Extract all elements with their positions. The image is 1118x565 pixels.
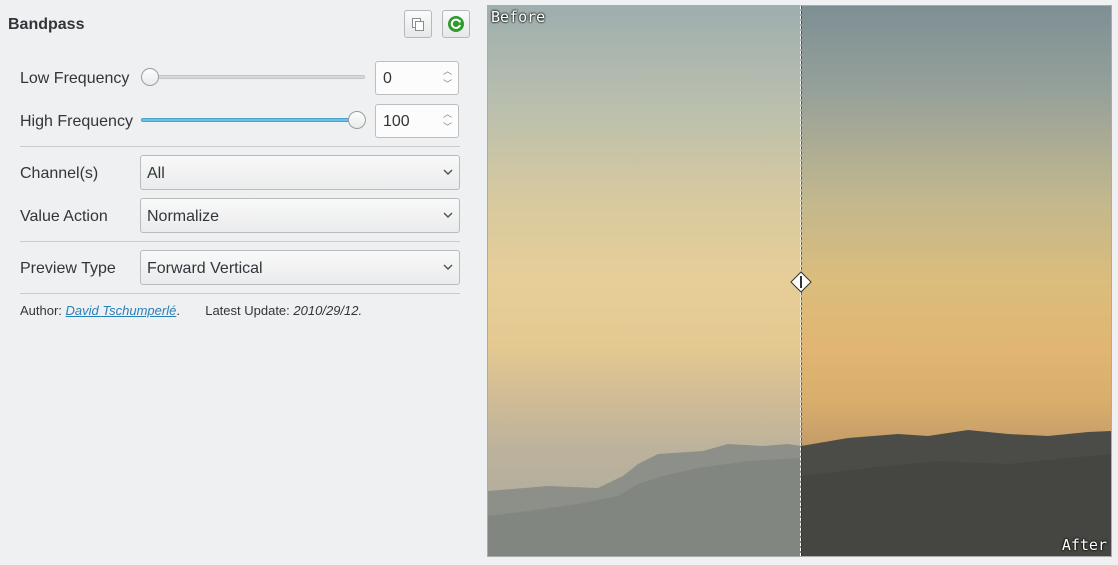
channels-dropdown[interactable]: All — [140, 155, 460, 190]
refresh-icon — [448, 16, 464, 32]
chevron-down-icon — [443, 169, 453, 175]
value-action-dropdown[interactable]: Normalize — [140, 198, 460, 233]
before-label: Before — [491, 8, 546, 26]
dropdown-value: Normalize — [147, 208, 220, 225]
slider-handle[interactable] — [348, 111, 366, 129]
spin-up-icon[interactable]: ︿ — [443, 110, 452, 119]
separator — [20, 146, 460, 147]
high-frequency-slider[interactable] — [141, 111, 366, 129]
preview-area[interactable]: Before After — [487, 5, 1112, 557]
update-label: Latest Update: — [205, 303, 290, 318]
after-label: After — [1061, 536, 1107, 554]
author-suffix: . — [176, 303, 180, 318]
spinbox-value: 100 — [383, 113, 410, 130]
channels-label: Channel(s) — [20, 165, 99, 182]
high-frequency-spinbox[interactable]: 100 ︿ ﹀ — [375, 104, 459, 138]
preview-type-label: Preview Type — [20, 260, 116, 277]
copy-button[interactable] — [404, 10, 432, 38]
spinbox-value: 0 — [383, 70, 392, 87]
update-value: 2010/29/12. — [293, 303, 363, 318]
spin-up-icon[interactable]: ︿ — [443, 67, 452, 76]
author-label: Author: — [20, 303, 62, 318]
filter-panel: Bandpass Low Frequency 0 ︿ ﹀ High Freque… — [0, 0, 480, 565]
author-link[interactable]: David Tschumperlé — [66, 303, 177, 318]
filter-info: Author: David Tschumperlé. Latest Update… — [20, 303, 362, 318]
slider-handle[interactable] — [141, 68, 159, 86]
low-frequency-spinbox[interactable]: 0 ︿ ﹀ — [375, 61, 459, 95]
preview-type-dropdown[interactable]: Forward Vertical — [140, 250, 460, 285]
separator — [20, 293, 460, 294]
high-frequency-label: High Frequency — [20, 113, 133, 130]
slider-groove — [141, 75, 365, 79]
filter-title: Bandpass — [8, 16, 85, 33]
split-handle-icon[interactable] — [790, 271, 812, 293]
spin-down-icon[interactable]: ﹀ — [443, 80, 452, 89]
chevron-down-icon — [443, 212, 453, 218]
separator — [20, 241, 460, 242]
slider-fill — [141, 118, 357, 122]
spin-down-icon[interactable]: ﹀ — [443, 123, 452, 132]
low-frequency-label: Low Frequency — [20, 70, 130, 87]
refresh-button[interactable] — [442, 10, 470, 38]
dropdown-value: All — [147, 165, 165, 182]
copy-icon — [412, 18, 424, 31]
chevron-down-icon — [443, 264, 453, 270]
low-frequency-slider[interactable] — [141, 68, 365, 86]
dropdown-value: Forward Vertical — [147, 260, 263, 277]
value-action-label: Value Action — [20, 208, 108, 225]
